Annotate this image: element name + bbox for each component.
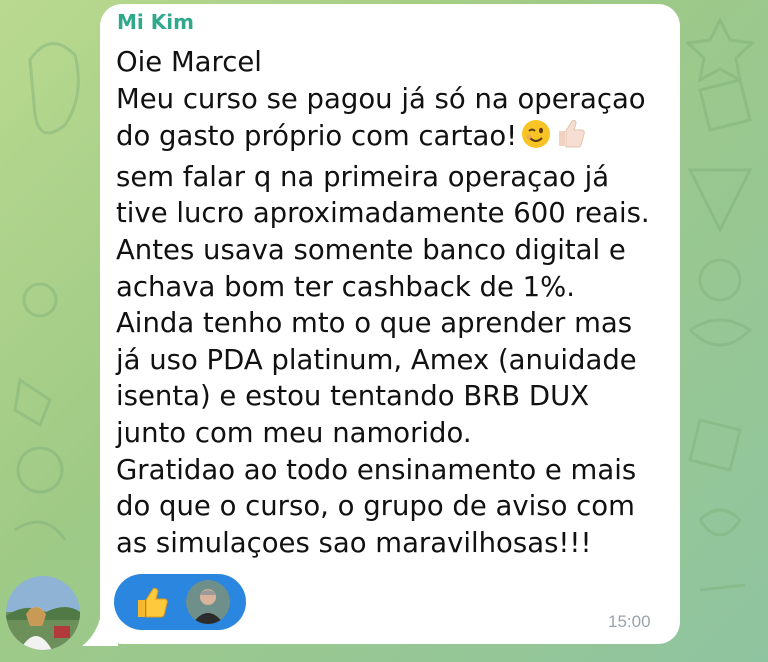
message-line: achava bom ter cashback de 1%. [116, 270, 575, 303]
message-line: Gratidao ao todo ensinamento e mais [116, 453, 637, 486]
message-line: isenta) e estou tentando BRB DUX [116, 380, 590, 413]
reactor-avatar[interactable] [184, 578, 232, 626]
message-line: Oie Marcel [116, 46, 262, 78]
message-line: tive lucro aproximadamente 600 reais. [116, 197, 650, 230]
message-text[interactable]: Oie Marcel Meu curso se pagou já só na o… [116, 44, 672, 561]
wink-emoji-icon [521, 119, 551, 159]
message-line: junto com meu namorido. [116, 416, 472, 449]
message-line: as simulaçoes sao maravilhosas!!! [116, 526, 592, 559]
message-line: Meu curso se pagou já só na operaçao [116, 82, 646, 115]
message-line: já uso PDA platinum, Amex (anuidade [116, 343, 637, 376]
message-line: Ainda tenho mto o que aprender mas [116, 307, 633, 340]
thumbs-up-emoji-icon [555, 117, 587, 159]
message-line: sem falar q na primeira operaçao já [116, 160, 610, 193]
message-line: do gasto próprio com cartao! [116, 120, 518, 153]
sender-name[interactable]: Mi Kim [117, 10, 194, 34]
message-line: Antes usava somente banco digital e [116, 233, 626, 266]
message-timestamp: 15:00 [608, 612, 651, 631]
message-line: do que o curso, o grupo de aviso com [116, 490, 635, 523]
reaction-chip[interactable] [114, 574, 246, 630]
sender-avatar[interactable] [6, 576, 80, 650]
thumbs-up-icon [138, 587, 168, 618]
